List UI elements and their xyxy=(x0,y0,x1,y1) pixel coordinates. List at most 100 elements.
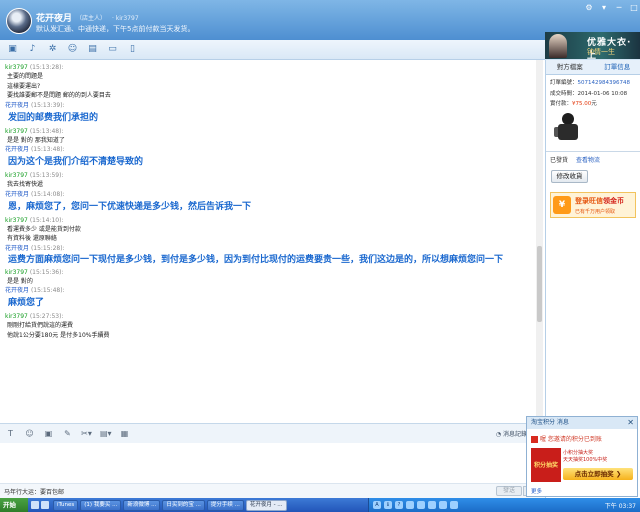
buyer-message: kir3797 (15:13:59): 我去找寄快遞 xyxy=(5,171,533,190)
taskbar: 开始 iTunes (1) 我要买 ... 新浪微博 ... 日买到的宝 ... 提分手… xyxy=(0,498,640,512)
buyer-message: kir3797 (15:14:10): 看運費多少 或是能貨到付款 有資料後 還原聯… xyxy=(5,216,533,244)
input-toolbar: T ☺ ▣ ✎ ✂▾ ▤▾ ▦ ◔ 消息記錄 xyxy=(0,423,545,443)
divider xyxy=(546,151,640,152)
sender-name[interactable]: kir3797 xyxy=(5,313,28,320)
notification-popup: 淘宝积分 消息 ✕ 喔 您邀请的积分已到账 积分抽奖 小积分抽大奖 天天抽奖10… xyxy=(526,416,638,497)
image-icon[interactable]: ▣ xyxy=(43,428,54,439)
send-button[interactable]: 發送 xyxy=(496,486,522,496)
sender-name[interactable]: kir3797 xyxy=(5,217,28,224)
message-header: kir3797 (15:15:36): xyxy=(5,268,533,277)
message-time: (15:27:53): xyxy=(29,313,64,320)
microphone-icon[interactable]: ♪ xyxy=(26,43,39,56)
view-logistics-link[interactable]: 查看物流 xyxy=(576,155,600,164)
toolbar: ▣ ♪ ✲ ☺ ▤ ▭ ▯ xyxy=(0,40,545,60)
message-time: (15:13:39): xyxy=(30,101,65,109)
sender-name[interactable]: 花开夜月 xyxy=(5,102,29,109)
sender-name[interactable]: 花开夜月 xyxy=(5,191,29,198)
message-text: 恩，麻烦您了，您问一下优速快递是多少钱，然后告诉我一下 xyxy=(8,201,252,212)
sender-name[interactable]: 花开夜月 xyxy=(5,287,29,294)
banner-subtitle: 钟情一生 xyxy=(587,48,615,56)
sender-name[interactable]: 花开夜月 xyxy=(5,245,29,252)
message-header: 花开夜月 (15:14:08): xyxy=(5,190,533,199)
coin-icon: ¥ xyxy=(553,196,571,214)
promo-banner[interactable]: 优雅大衣·上 钟情一生 xyxy=(545,32,640,59)
sender-name[interactable]: kir3797 xyxy=(5,64,28,71)
security-icon[interactable] xyxy=(428,501,436,509)
phone-icon[interactable]: ▯ xyxy=(126,43,139,56)
wangxin-ad[interactable]: ¥ 登录旺信领金币 已有千万用户领取 xyxy=(550,192,636,218)
edit-icon[interactable]: ✎ xyxy=(62,428,73,439)
title-bar: 花开夜月 （店主人） · kir3797 默认发汇通、中通快递，下午5点前付款当… xyxy=(0,0,640,40)
message-time: (15:13:48): xyxy=(29,127,64,135)
buyer-message: kir3797 (15:27:53): 剛剛打給貨們說這的運費 他說1公分要180元… xyxy=(5,312,533,340)
taskbar-item[interactable]: 花开夜月 - ... xyxy=(245,499,287,511)
message-text: 运费方面麻烦您问一下现付是多少钱，到付是多少钱，因为到付比现付的运费要贵一些，我… xyxy=(8,254,504,265)
model-image xyxy=(549,34,567,58)
seller-message: 花开夜月 (15:13:39): 发回的邮费我们承担的 xyxy=(5,101,533,127)
emoji-icon[interactable]: ☺ xyxy=(24,428,35,439)
lottery-button[interactable]: 点击立即抽奖 ❯ xyxy=(563,468,633,480)
ad-subtitle: 已有千万用户领取 xyxy=(575,209,616,215)
settings-icon[interactable]: ⚙ xyxy=(583,3,595,13)
popup-more-link[interactable]: 更多 xyxy=(531,487,542,495)
sender-name[interactable]: kir3797 xyxy=(5,172,28,179)
message-header: 花开夜月 (15:13:39): xyxy=(5,101,533,110)
message-text: 麻烦您了 xyxy=(8,298,45,308)
message-list: kir3797 (15:13:28): 主要的問題是 這樣要運出? 要找誰要郵不是問題… xyxy=(5,63,533,340)
screen-icon[interactable]: ▤ xyxy=(86,43,99,56)
chat-history[interactable]: kir3797 (15:13:28): 主要的問題是 這樣要運出? 要找誰要郵不是問題… xyxy=(0,60,545,423)
maximize-button[interactable]: □ xyxy=(628,3,640,13)
message-text: 他說1公分要180元 是付多10%手續費 xyxy=(7,331,110,339)
browser-icon[interactable] xyxy=(41,501,49,509)
chevron-down-icon[interactable]: ▾ xyxy=(598,3,610,13)
desktop-icon[interactable] xyxy=(31,501,39,509)
tab-order-info[interactable]: 訂單信息 xyxy=(594,60,640,74)
message-header: kir3797 (15:13:28): xyxy=(5,63,533,72)
sender-name[interactable]: 花开夜月 xyxy=(5,146,29,153)
taskbar-item[interactable]: 新浪微博 ... xyxy=(123,499,161,511)
computer-icon[interactable]: ▭ xyxy=(106,43,119,56)
message-input[interactable] xyxy=(0,443,545,483)
message-header: 花开夜月 (15:13:48): xyxy=(5,145,533,154)
message-text: 這樣要運出? xyxy=(7,82,41,90)
message-header: kir3797 (15:14:10): xyxy=(5,216,533,225)
update-icon[interactable] xyxy=(450,501,458,509)
taskbar-item[interactable]: iTunes xyxy=(53,499,79,511)
tab-profile[interactable]: 對方檔案 xyxy=(546,60,594,74)
sender-name[interactable]: kir3797 xyxy=(5,128,28,135)
scrollbar-thumb[interactable] xyxy=(537,246,542,322)
box-icon[interactable]: ▦ xyxy=(119,428,130,439)
chat-scrollbar[interactable] xyxy=(536,60,543,423)
message-time: (15:13:28): xyxy=(29,64,64,71)
scissors-icon[interactable]: ✂▾ xyxy=(81,428,92,439)
taskbar-item[interactable]: (1) 我要买 ... xyxy=(80,499,122,511)
modify-address-button[interactable]: 修改收貨 xyxy=(551,170,588,183)
message-header: kir3797 (15:27:53): xyxy=(5,312,533,321)
font-icon[interactable]: T xyxy=(5,428,16,439)
window-icon[interactable]: ▤▾ xyxy=(100,428,112,439)
chat-tray-icon[interactable] xyxy=(439,501,447,509)
message-history-button[interactable]: ◔ 消息記錄 xyxy=(496,429,527,438)
help-icon[interactable]: ? xyxy=(395,501,403,509)
keyboard-icon[interactable]: A xyxy=(373,501,381,509)
product-thumbnail[interactable] xyxy=(554,113,580,143)
input-method-icon[interactable]: ℹ xyxy=(384,501,392,509)
contact-status-message: 默认发汇通、中通快递，下午5点前付款当天发货。 xyxy=(36,25,195,33)
taskbar-item[interactable]: 日买到的宝 ... xyxy=(162,499,205,511)
paid-amount: ¥75.00 xyxy=(572,101,592,107)
avatar[interactable] xyxy=(6,8,32,34)
settings-icon[interactable]: ✲ xyxy=(46,43,59,56)
message-text: 发回的邮费我们承担的 xyxy=(8,112,99,123)
sender-name[interactable]: kir3797 xyxy=(5,269,28,276)
popup-close-icon[interactable]: ✕ xyxy=(627,417,634,429)
message-header: 花开夜月 (15:15:48): xyxy=(5,286,533,295)
taskbar-item[interactable]: 提分手续 ... xyxy=(206,499,244,511)
folder-icon[interactable]: ▣ xyxy=(6,43,19,56)
volume-icon[interactable] xyxy=(417,501,425,509)
network-icon[interactable] xyxy=(406,501,414,509)
contacts-icon[interactable]: ☺ xyxy=(66,43,79,56)
message-time: (15:15:36): xyxy=(29,268,64,276)
start-button[interactable]: 开始 xyxy=(0,498,28,512)
order-number[interactable]: 507142984396748 xyxy=(578,80,631,86)
minimize-button[interactable]: ─ xyxy=(613,3,625,13)
